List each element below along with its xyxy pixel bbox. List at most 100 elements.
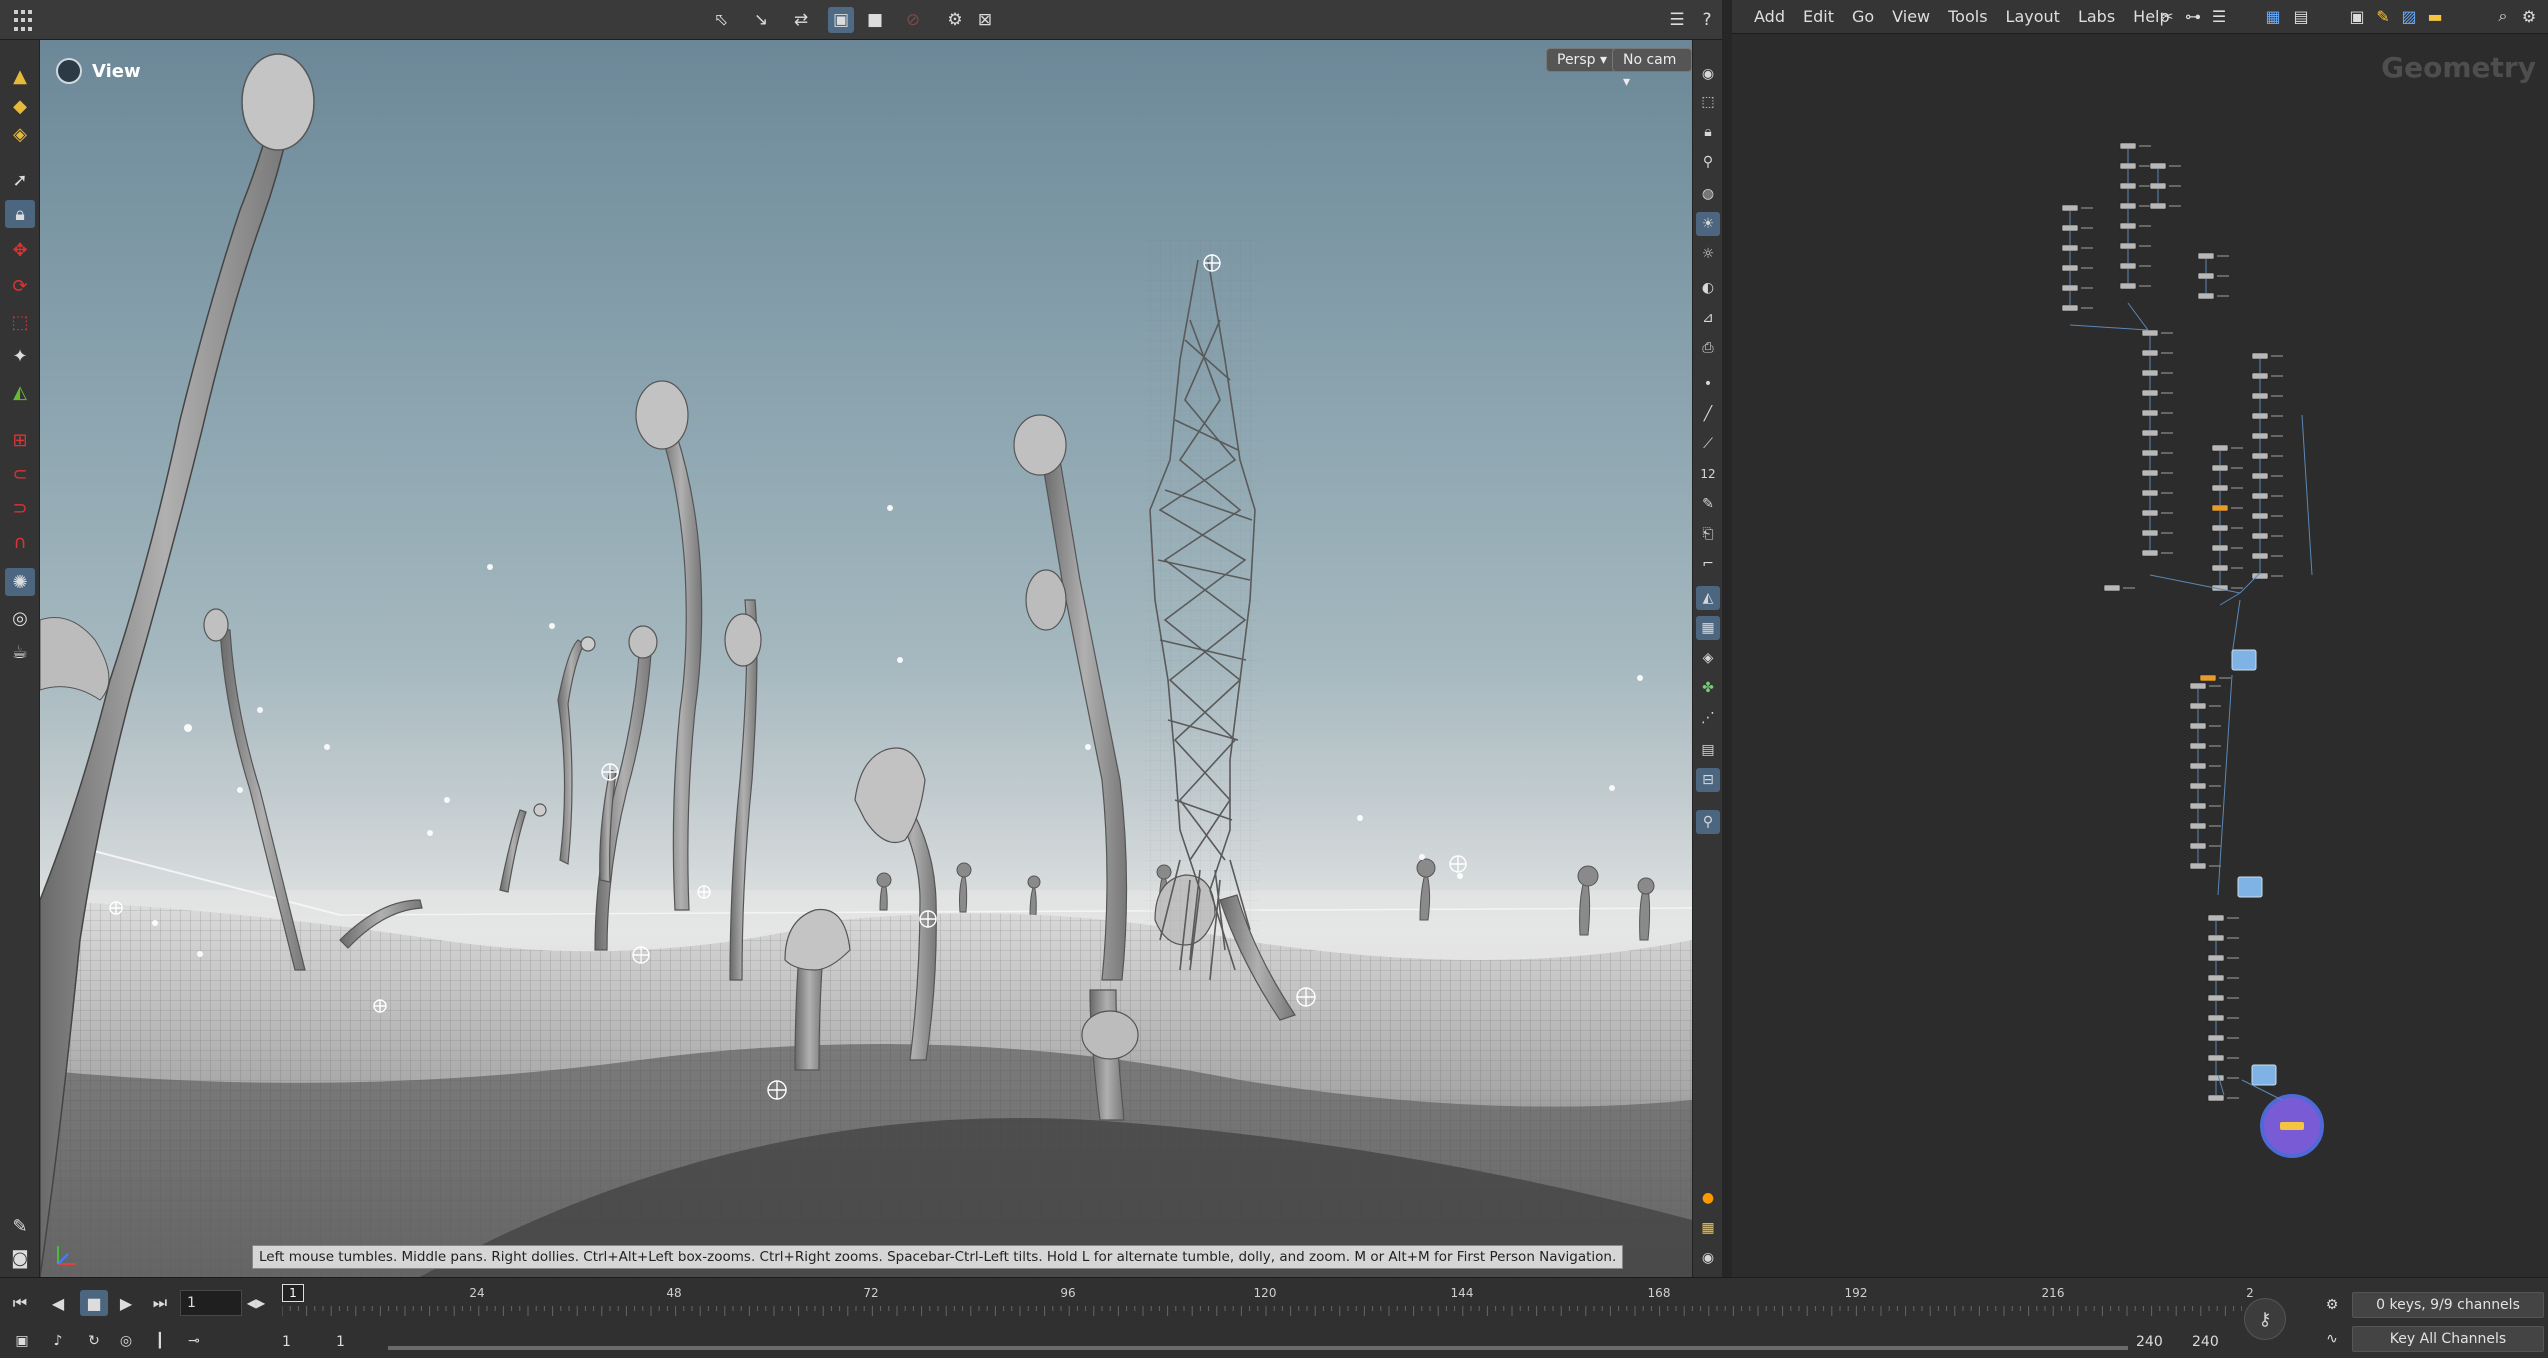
graph-node[interactable]: [2149, 162, 2167, 170]
display-options-icon[interactable]: ▣: [828, 7, 854, 33]
snap-grid-icon[interactable]: ⊞: [5, 426, 35, 454]
camera-icon[interactable]: ◙: [5, 1244, 35, 1272]
stop-icon[interactable]: ■: [80, 1290, 108, 1316]
graph-node[interactable]: [2141, 509, 2159, 517]
texture-icon[interactable]: ▦: [1696, 616, 1720, 640]
component-mode-icon[interactable]: ◆: [5, 92, 35, 120]
start-frame-field[interactable]: 1: [276, 1330, 326, 1356]
graph-node[interactable]: [2141, 469, 2159, 477]
audio-icon[interactable]: ♪: [44, 1328, 72, 1354]
graph-node[interactable]: [2207, 1014, 2225, 1022]
graph-node[interactable]: [2251, 552, 2269, 560]
frame-marker[interactable]: 1: [282, 1284, 304, 1302]
pane-splitter[interactable]: [1722, 0, 1732, 1277]
current-frame-field[interactable]: 1: [180, 1290, 242, 1316]
graph-node[interactable]: [2103, 584, 2121, 592]
graph-output-node[interactable]: [2237, 876, 2263, 898]
play-icon[interactable]: ▶: [112, 1290, 140, 1316]
graph-node[interactable]: [2251, 372, 2269, 380]
graph-node[interactable]: [2189, 782, 2207, 790]
graph-node[interactable]: [2119, 242, 2137, 250]
wrench-icon[interactable]: ✂: [2156, 5, 2178, 27]
paint-icon[interactable]: ✎: [1696, 492, 1720, 516]
shading-icon[interactable]: ◍: [1696, 182, 1720, 206]
graph-node[interactable]: [2141, 349, 2159, 357]
handle-icon[interactable]: ◭: [5, 378, 35, 406]
graph-node[interactable]: [2141, 389, 2159, 397]
menu-go[interactable]: Go: [1852, 7, 1874, 26]
graph-node[interactable]: [2251, 472, 2269, 480]
background-icon[interactable]: ⊿: [1696, 306, 1720, 330]
visibility-icon[interactable]: ◉: [1696, 62, 1720, 86]
graph-node[interactable]: [2141, 329, 2159, 337]
graph-node[interactable]: [2211, 564, 2229, 572]
graph-node[interactable]: [2207, 1074, 2225, 1082]
timeline-ruler[interactable]: 24 48 72 96 120 144 168 192 216 2: [282, 1286, 2254, 1320]
graph-node[interactable]: [2189, 702, 2207, 710]
help-icon[interactable]: ?: [1694, 7, 1720, 33]
graph-node[interactable]: [2251, 492, 2269, 500]
playback-range-bar[interactable]: [388, 1346, 2128, 1350]
range-end-field[interactable]: 240: [2130, 1330, 2180, 1356]
range-start-field[interactable]: 1: [330, 1330, 380, 1356]
folder-icon[interactable]: ▬: [2424, 5, 2446, 27]
graph-node[interactable]: [2141, 429, 2159, 437]
apps-grid-icon[interactable]: [14, 10, 36, 32]
quad-view-icon[interactable]: ▦: [1696, 1216, 1720, 1240]
render-view-icon[interactable]: ⎙: [1696, 336, 1720, 360]
channel-icon[interactable]: ⚙: [2318, 1292, 2346, 1318]
graph-node[interactable]: [2141, 369, 2159, 377]
select-points-icon[interactable]: ↘: [748, 7, 774, 33]
graph-node[interactable]: [2207, 994, 2225, 1002]
screen-icon[interactable]: ⊟: [1696, 768, 1720, 792]
graph-node[interactable]: [2207, 1054, 2225, 1062]
graph-node[interactable]: [2119, 142, 2137, 150]
warning-icon[interactable]: ●: [1696, 1186, 1720, 1210]
graph-node[interactable]: [2189, 742, 2207, 750]
end-frame-field[interactable]: 240: [2186, 1330, 2236, 1356]
dynamics-mode-icon[interactable]: ◈: [5, 120, 35, 148]
menu-view[interactable]: View: [1892, 7, 1930, 26]
step-icon[interactable]: ◀▶: [242, 1290, 270, 1316]
graph-node[interactable]: [2251, 532, 2269, 540]
graph-node[interactable]: [2141, 489, 2159, 497]
graph-node[interactable]: [2141, 529, 2159, 537]
graph-selected-node-body[interactable]: [2280, 1122, 2304, 1130]
graph-node[interactable]: [2119, 262, 2137, 270]
realtime-icon[interactable]: ▣: [8, 1328, 36, 1354]
normal-display-icon[interactable]: ⟋: [1696, 432, 1720, 456]
graph-node[interactable]: [2141, 409, 2159, 417]
graph-node[interactable]: [2211, 544, 2229, 552]
graph-node[interactable]: [2061, 284, 2079, 292]
ruler-icon[interactable]: ┃: [146, 1328, 174, 1354]
menu-tools[interactable]: Tools: [1948, 7, 1987, 26]
translate-icon[interactable]: ✥: [5, 236, 35, 264]
graph-node[interactable]: [2207, 934, 2225, 942]
select-tool-icon[interactable]: ➚: [5, 166, 35, 194]
graph-node[interactable]: [2197, 292, 2215, 300]
graph-node[interactable]: [2141, 549, 2159, 557]
key-icon[interactable]: ⊸: [180, 1328, 208, 1354]
menu-labs[interactable]: Labs: [2078, 7, 2115, 26]
lock-view-icon[interactable]: 🔒︎: [1696, 120, 1720, 144]
graph-node[interactable]: [2251, 412, 2269, 420]
graph-node[interactable]: [2211, 504, 2229, 512]
graph-node[interactable]: [2207, 1094, 2225, 1102]
material-icon[interactable]: ◈: [1696, 646, 1720, 670]
jump-end-icon[interactable]: ⏭: [146, 1290, 174, 1316]
loop-icon[interactable]: ↻: [80, 1328, 108, 1354]
play-reverse-icon[interactable]: ◀: [44, 1290, 72, 1316]
menu-add[interactable]: Add: [1754, 7, 1785, 26]
image-icon[interactable]: ▣: [2346, 5, 2368, 27]
point-display-icon[interactable]: •: [1696, 372, 1720, 396]
graph-node[interactable]: [2119, 222, 2137, 230]
graph-node[interactable]: [2149, 182, 2167, 190]
graph-output-node[interactable]: [2251, 1064, 2277, 1086]
note-icon[interactable]: ✎: [2372, 5, 2394, 27]
graph-node[interactable]: [2061, 244, 2079, 252]
render-icon[interactable]: ⊠: [972, 7, 998, 33]
graph-node[interactable]: [2207, 1034, 2225, 1042]
ghost-icon[interactable]: ⬚: [1696, 90, 1720, 114]
locate-icon[interactable]: ⚲: [1696, 810, 1720, 834]
edge-display-icon[interactable]: ╱: [1696, 402, 1720, 426]
